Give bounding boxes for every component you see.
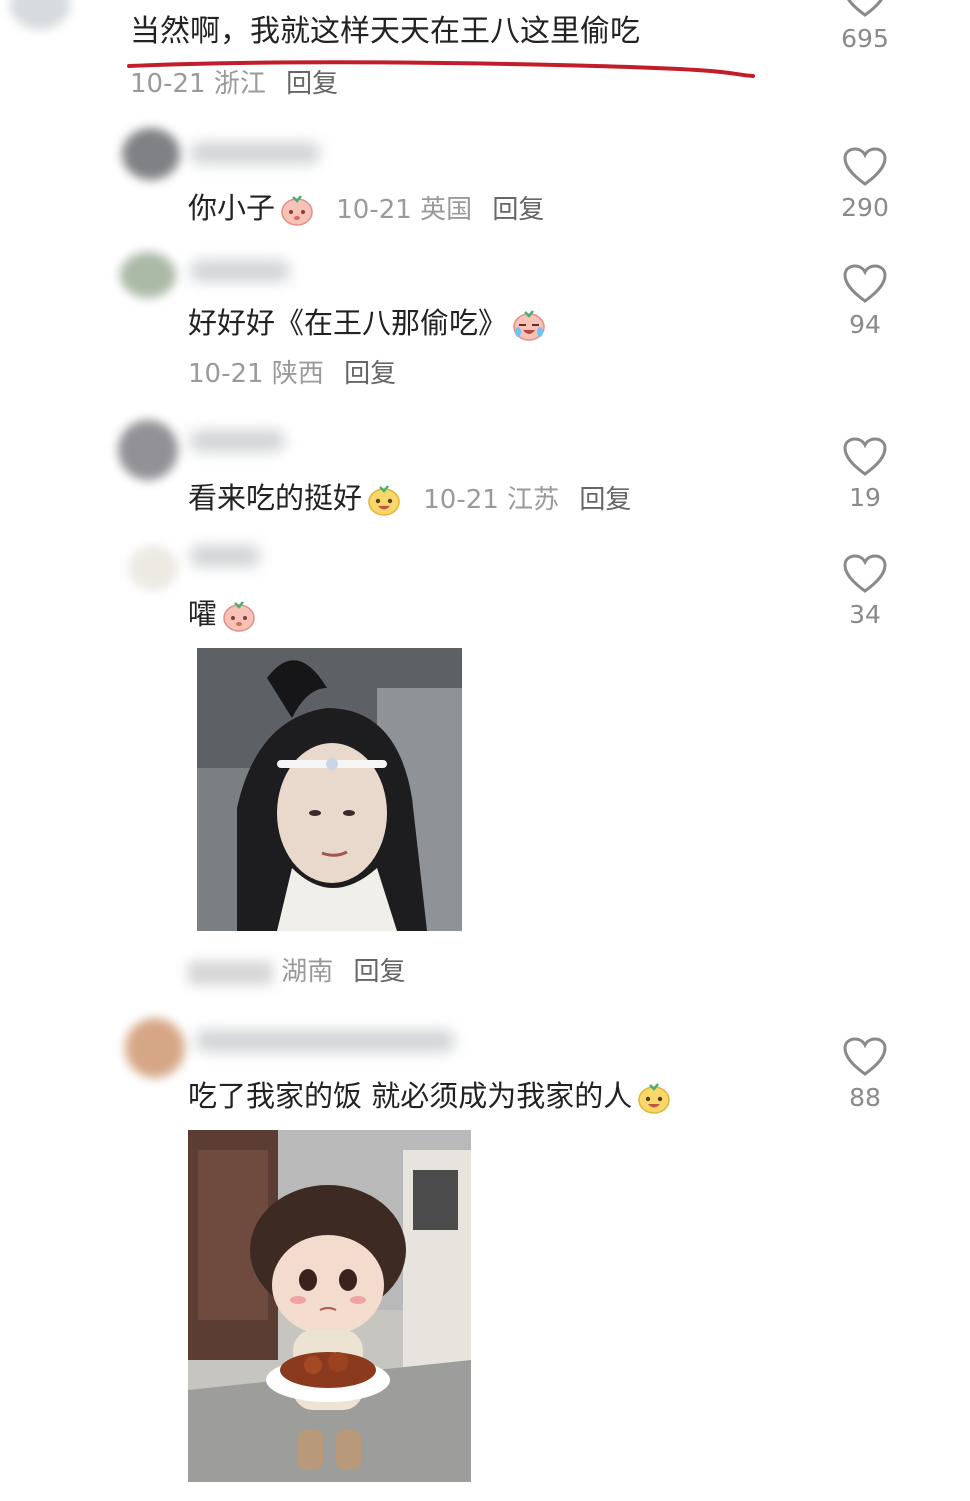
comment-text: 好好好《在王八那偷吃》 (188, 303, 547, 343)
comment-text: 吃了我家的饭 就必须成为我家的人 (188, 1076, 672, 1116)
reply-button[interactable]: 回复 (286, 69, 338, 99)
shy-face-icon (281, 195, 313, 226)
comment-image[interactable] (188, 1130, 471, 1482)
avatar[interactable] (120, 252, 176, 298)
comment-location: 江苏 (507, 485, 560, 515)
heart-outline-icon (843, 1037, 887, 1076)
like-count: 94 (849, 310, 881, 339)
like-button[interactable]: 290 (830, 147, 900, 223)
username-blurred[interactable] (190, 260, 290, 282)
like-button[interactable]: 34 (830, 554, 900, 630)
comment-location: 英国 (420, 195, 473, 225)
like-count: 88 (849, 1083, 881, 1112)
comment-feed: 当然啊，我就这样天天在王八这里偷吃 10-21 浙江 回复 695 你小子 10… (0, 0, 970, 1501)
like-button[interactable]: 94 (830, 264, 900, 340)
reply-button[interactable]: 回复 (344, 359, 396, 389)
comment-meta: 10-21 江苏 回复 (423, 485, 631, 515)
avatar[interactable] (10, 0, 70, 30)
like-count: 695 (841, 24, 889, 53)
comment-location: 湖南 (281, 957, 334, 987)
yellow-smile-icon (638, 1083, 670, 1114)
avatar[interactable] (122, 128, 180, 180)
username-blurred[interactable] (190, 545, 260, 567)
heart-outline-icon (843, 437, 887, 476)
comment-meta: 10-21 浙江 回复 (130, 67, 338, 101)
like-count: 290 (841, 193, 889, 222)
avatar[interactable] (128, 545, 178, 591)
heart-outline-icon (843, 147, 887, 186)
username-blurred[interactable] (190, 430, 285, 452)
comment-text: 看来吃的挺好 10-21 江苏 回复 (188, 478, 631, 518)
comment-text: 嚯 (188, 594, 257, 634)
comment-location: 浙江 (213, 69, 266, 99)
avatar[interactable] (118, 420, 178, 480)
comment-date-blurred (188, 960, 273, 985)
yellow-smile-icon (368, 485, 400, 516)
comment-meta: 10-21 陕西 回复 (188, 357, 396, 391)
heart-outline-icon (843, 264, 887, 303)
shy-face-icon (223, 601, 255, 632)
heart-outline-icon (847, 0, 883, 17)
comment-body: 吃了我家的饭 就必须成为我家的人 (188, 1079, 633, 1113)
plush-doll-photo-image (188, 1130, 471, 1482)
character-portrait-image (197, 648, 462, 931)
like-count: 34 (849, 600, 881, 629)
comment-text: 当然啊，我就这样天天在王八这里偷吃 (130, 14, 640, 49)
reply-button[interactable]: 回复 (492, 195, 544, 225)
comment-text: 你小子 10-21 英国 回复 (188, 188, 544, 228)
comment-body: 你小子 (188, 191, 276, 225)
like-button[interactable]: 695 (830, 0, 900, 54)
like-button[interactable]: 88 (830, 1037, 900, 1113)
comment-image[interactable] (197, 648, 462, 931)
username-blurred[interactable] (190, 142, 320, 164)
comment-location: 陕西 (271, 359, 324, 389)
comment-date: 10-21 (188, 359, 264, 389)
comment-date: 10-21 (336, 195, 412, 225)
heart-outline-icon (843, 554, 887, 593)
comment-body: 看来吃的挺好 (188, 481, 363, 515)
comment-meta: 湖南 回复 (188, 955, 406, 989)
like-button[interactable]: 19 (830, 437, 900, 513)
comment-meta: 10-21 英国 回复 (336, 195, 544, 225)
comment-date: 10-21 (423, 485, 499, 515)
crying-laugh-icon (513, 310, 545, 341)
reply-button[interactable]: 回复 (579, 485, 631, 515)
comment-body: 嚯 (188, 597, 218, 631)
like-count: 19 (849, 483, 881, 512)
avatar[interactable] (125, 1018, 185, 1078)
comment-body: 好好好《在王八那偷吃》 (188, 306, 508, 340)
reply-button[interactable]: 回复 (354, 957, 406, 987)
username-blurred[interactable] (195, 1030, 455, 1052)
comment-date: 10-21 (130, 69, 206, 99)
